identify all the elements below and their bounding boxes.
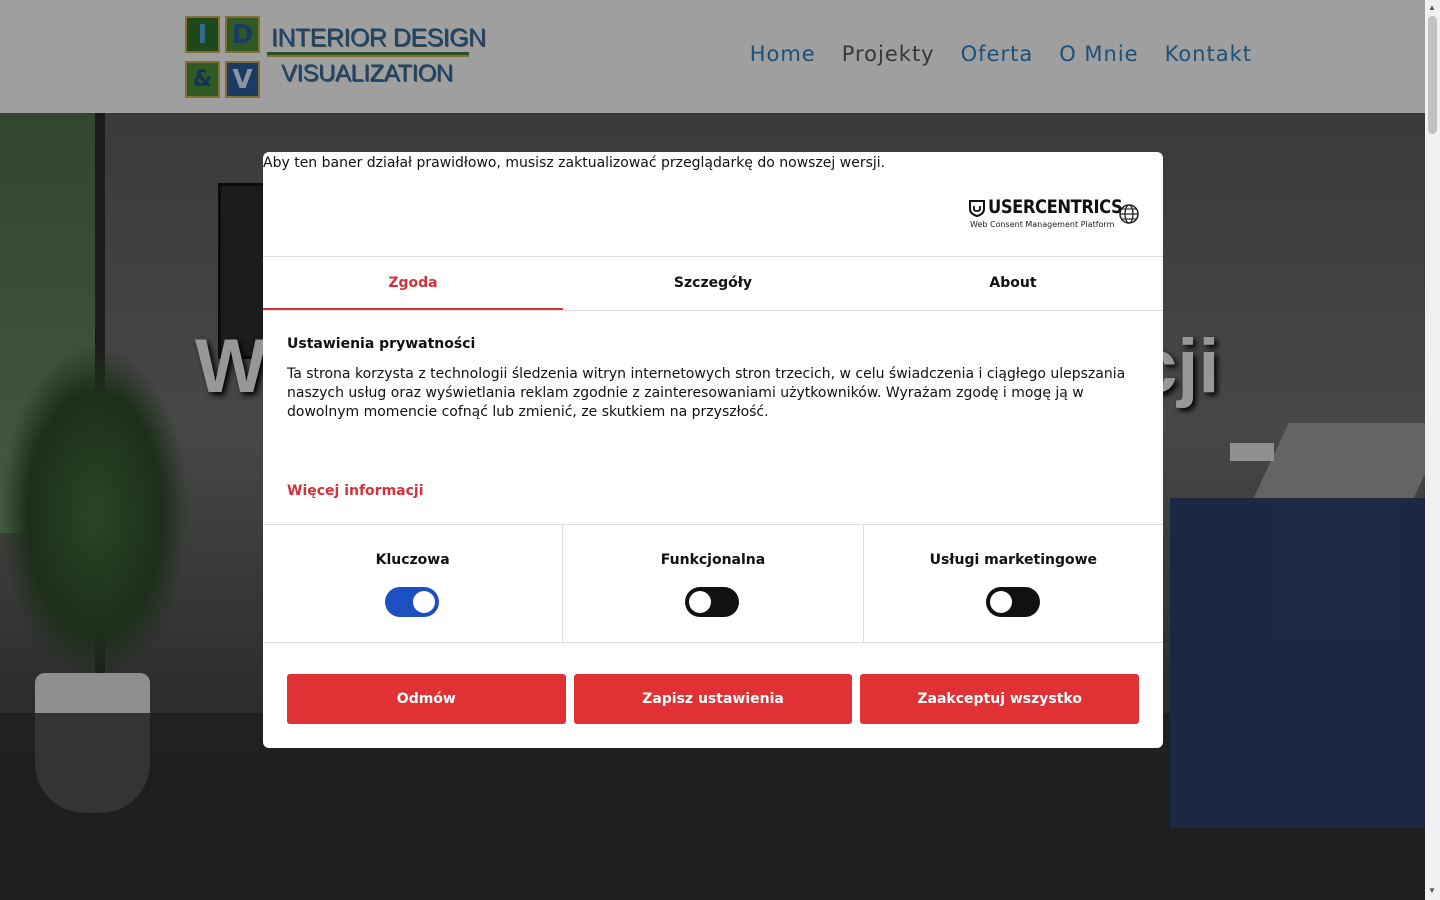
- accept-all-button[interactable]: Zaakceptuj wszystko: [860, 674, 1140, 724]
- consent-actions: Odmów Zapisz ustawienia Zaakceptuj wszys…: [287, 674, 1140, 724]
- category-label: Funkcjonalna: [660, 552, 766, 568]
- privacy-settings-title: Ustawienia prywatności: [287, 336, 476, 352]
- browser-update-warning: Aby ten baner działał prawidłowo, musisz…: [263, 155, 886, 171]
- scroll-up-arrow-icon[interactable]: ▲: [1428, 3, 1436, 12]
- tab-about[interactable]: About: [863, 256, 1163, 310]
- globe-icon[interactable]: [1118, 203, 1140, 225]
- category-label: Kluczowa: [375, 552, 450, 568]
- page-scrollbar[interactable]: ▲ ▼: [1425, 0, 1440, 900]
- tab-szczegoly[interactable]: Szczegóły: [563, 256, 863, 310]
- toggle-knob: [989, 591, 1012, 613]
- consent-categories: Kluczowa Funkcjonalna Usługi marketingow…: [263, 524, 1163, 643]
- scrollbar-thumb[interactable]: [1428, 16, 1437, 134]
- toggle-kluczowa[interactable]: [385, 587, 439, 617]
- deny-button[interactable]: Odmów: [287, 674, 566, 724]
- consent-dialog: Aby ten baner działał prawidłowo, musisz…: [263, 152, 1163, 748]
- category-kluczowa: Kluczowa: [263, 525, 562, 642]
- category-marketing: Usługi marketingowe: [862, 525, 1163, 642]
- category-funkcjonalna: Funkcjonalna: [562, 525, 862, 642]
- brand-subtitle: Web Consent Management Platform: [970, 220, 1115, 229]
- brand-name: USERCENTRICS: [988, 196, 1123, 218]
- toggle-marketing[interactable]: [985, 587, 1040, 617]
- privacy-description: Ta strona korzysta z technologii śledzen…: [287, 366, 1126, 420]
- category-label: Usługi marketingowe: [929, 552, 1098, 568]
- more-info-link[interactable]: Więcej informacji: [287, 483, 424, 499]
- divider: [263, 310, 1163, 311]
- save-settings-button[interactable]: Zapisz ustawienia: [573, 674, 853, 724]
- tab-zgoda[interactable]: Zgoda: [263, 256, 563, 310]
- usercentrics-logo: USERCENTRICS Web Consent Management Plat…: [969, 196, 1123, 232]
- toggle-knob: [689, 591, 712, 613]
- toggle-knob: [413, 591, 435, 613]
- scroll-down-arrow-icon[interactable]: ▼: [1428, 886, 1436, 895]
- consent-tabs: Zgoda Szczegóły About: [263, 256, 1163, 310]
- toggle-funkcjonalna[interactable]: [685, 587, 740, 617]
- shield-icon: [969, 200, 985, 217]
